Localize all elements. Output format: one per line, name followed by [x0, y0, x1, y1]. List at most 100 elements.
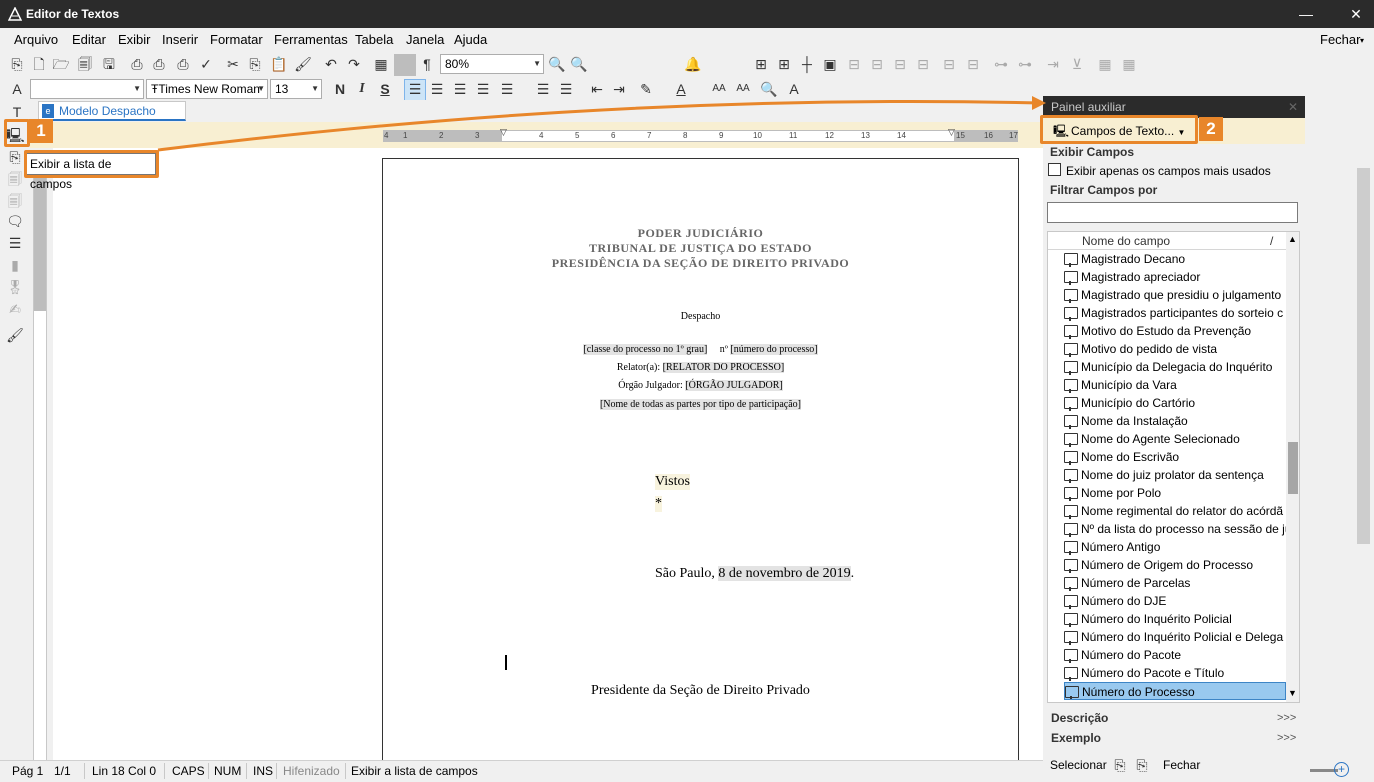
date-field[interactable]: 8 de novembro de 2019 — [718, 566, 851, 581]
scroll-thumb[interactable] — [1357, 168, 1370, 544]
menu-ajuda[interactable]: Ajuda — [454, 32, 487, 47]
fechar-button[interactable]: Fechar — [1163, 758, 1200, 772]
zoom-in-icon[interactable]: 🔍 — [570, 55, 588, 73]
close-window-button[interactable]: ✕ — [1342, 4, 1370, 24]
bullet-list-icon[interactable]: ☰ — [534, 80, 552, 98]
table-split-icon[interactable]: ⊟ — [845, 55, 863, 73]
table-insert-icon[interactable]: ⊞ — [775, 55, 793, 73]
selecionar-button[interactable]: Selecionar — [1050, 758, 1107, 772]
align-left-icon[interactable]: ☰ — [404, 79, 426, 101]
menu-arquivo[interactable]: Arquivo — [14, 32, 58, 47]
comment-icon[interactable]: 🗨 — [6, 212, 24, 230]
descricao-expand[interactable]: >>> — [1277, 712, 1296, 724]
grow-font-icon[interactable]: AA — [710, 80, 728, 98]
open-recent-icon[interactable]: 🗐 — [76, 55, 94, 73]
align-right-icon[interactable]: ☰ — [451, 80, 469, 98]
scroll-down-icon[interactable]: ▼ — [1288, 688, 1297, 698]
menu-fechar[interactable]: Fechar — [1320, 32, 1360, 47]
menu-exibir[interactable]: Exibir — [118, 32, 151, 47]
list-item[interactable]: Número Antigo — [1064, 538, 1286, 556]
insert-field-icon[interactable]: ⎘ — [1133, 756, 1151, 774]
list-item[interactable]: Motivo do pedido de vista — [1064, 340, 1286, 358]
save-icon[interactable]: 🖫 — [100, 55, 118, 73]
tab-modelo-despacho[interactable]: e Modelo Despacho Cível — [38, 101, 186, 136]
menu-ferramentas[interactable]: Ferramentas — [274, 32, 348, 47]
align-justify-icon[interactable]: ☰ — [474, 80, 492, 98]
menu-tabela[interactable]: Tabela — [355, 32, 393, 47]
list-item[interactable]: Motivo do Estudo da Prevenção — [1064, 322, 1286, 340]
horizontal-ruler[interactable]: 4 1 2 3 4 5 6 7 8 9 10 11 12 13 14 15 16… — [383, 127, 1018, 142]
indent-icon[interactable]: ⇥ — [610, 80, 628, 98]
table-merge-icon[interactable]: ⊟ — [868, 55, 886, 73]
list-doc-icon[interactable]: ☰ — [6, 234, 24, 252]
print-preview-icon[interactable]: ⎙ — [150, 55, 168, 73]
right-indent-marker-icon[interactable]: ▽ — [948, 127, 955, 138]
filter-icon[interactable]: ⊻ — [1068, 55, 1086, 73]
table-rows-icon[interactable]: ⊟ — [891, 55, 909, 73]
redo-icon[interactable]: ↷ — [345, 55, 363, 73]
copy-field-icon[interactable]: ⎘ — [1111, 756, 1129, 774]
list-item[interactable]: Nome do Escrivão — [1064, 448, 1286, 466]
list-item[interactable]: Número do Inquérito Policial e Delega — [1064, 628, 1286, 646]
print-setup-icon[interactable]: ⎙ — [174, 55, 192, 73]
open-folder-icon[interactable]: 🗁 — [52, 55, 70, 73]
highlight-icon[interactable]: ✎ — [637, 80, 655, 98]
undo-icon[interactable]: ↶ — [322, 55, 340, 73]
outdent-icon[interactable]: ⇤ — [588, 80, 606, 98]
list-item[interactable]: Magistrado que presidiu o julgamento — [1064, 286, 1286, 304]
paste-icon[interactable]: 📋 — [270, 55, 288, 73]
frame-icon[interactable] — [394, 54, 416, 76]
cut-icon[interactable]: ✂ — [224, 55, 242, 73]
align-center-icon[interactable]: ☰ — [428, 80, 446, 98]
filter-input[interactable] — [1047, 202, 1298, 223]
list-item[interactable]: Número de Parcelas — [1064, 574, 1286, 592]
document-copy-icon[interactable]: 🗐 — [6, 170, 24, 188]
new-document-icon[interactable]: 🗋 — [30, 55, 48, 73]
shrink-font-icon[interactable]: AA — [734, 80, 752, 98]
table-delete-icon[interactable]: ⊟ — [940, 55, 958, 73]
minimize-button[interactable]: — — [1292, 4, 1320, 24]
tree2-icon[interactable]: ⊶ — [1016, 55, 1034, 73]
numero-field[interactable]: [número do processo] — [730, 344, 818, 355]
new-from-model-icon[interactable]: ⎘ — [8, 55, 26, 73]
mais-usados-checkbox[interactable] — [1048, 163, 1061, 176]
brush-icon[interactable]: 🖌 — [6, 326, 24, 344]
list-item[interactable]: Nome do Agente Selecionado — [1064, 430, 1286, 448]
bookmark-icon[interactable]: 🗐 — [6, 192, 24, 210]
list-item[interactable]: Nº da lista do processo na sessão de ju — [1064, 520, 1286, 538]
bold-button[interactable]: N — [331, 80, 349, 98]
fields-scroll-thumb[interactable] — [1288, 442, 1298, 494]
bell-icon[interactable]: 🔔 — [684, 55, 702, 73]
spellcheck-icon[interactable]: ✓ — [197, 55, 215, 73]
fields-list[interactable]: Nome do campo / Magistrado Decano Magistr… — [1047, 231, 1300, 703]
list-item[interactable]: Município da Vara — [1064, 376, 1286, 394]
italic-button[interactable]: I — [353, 80, 371, 98]
list-item[interactable]: Magistrado apreciador — [1064, 268, 1286, 286]
line-spacing-icon[interactable]: ☰ — [498, 80, 516, 98]
list-item[interactable]: Número de Origem do Processo — [1064, 556, 1286, 574]
list-item[interactable]: Número do DJE — [1064, 592, 1286, 610]
zoom-select[interactable]: 80% ▼ — [440, 54, 544, 74]
move-icon[interactable]: ⇥ — [1044, 55, 1062, 73]
fields-scrollbar[interactable]: ▲ ▼ — [1286, 232, 1299, 702]
table-icon[interactable]: ▦ — [372, 55, 390, 73]
zoom-plus-icon[interactable]: + — [1334, 762, 1349, 777]
list-item[interactable]: Magistrados participantes do sorteio c — [1064, 304, 1286, 322]
grid-icon[interactable]: ▦ — [1096, 55, 1114, 73]
list-item[interactable]: Número do Pacote e Título — [1064, 664, 1286, 682]
orgao-field[interactable]: [ÓRGÃO JULGADOR] — [685, 380, 783, 391]
underline-button[interactable]: S — [376, 80, 394, 98]
style-icon[interactable]: A — [8, 80, 26, 98]
replace-icon[interactable]: A — [785, 80, 803, 98]
find-icon[interactable]: 🔍 — [760, 80, 778, 98]
font-color-icon[interactable]: A — [672, 80, 690, 98]
zoom-out-icon[interactable]: 🔍 — [548, 55, 566, 73]
numbered-list-icon[interactable]: ☰ — [557, 80, 575, 98]
menu-inserir[interactable]: Inserir — [162, 32, 198, 47]
list-item[interactable]: Nome por Polo — [1064, 484, 1286, 502]
list-item[interactable]: Nome regimental do relator do acórdã — [1064, 502, 1286, 520]
menu-formatar[interactable]: Formatar — [210, 32, 263, 47]
column-header[interactable]: Nome do campo / — [1048, 232, 1286, 250]
scroll-up-icon[interactable]: ▲ — [1288, 234, 1297, 244]
font-size-select[interactable]: 13 ▼ — [270, 79, 322, 99]
